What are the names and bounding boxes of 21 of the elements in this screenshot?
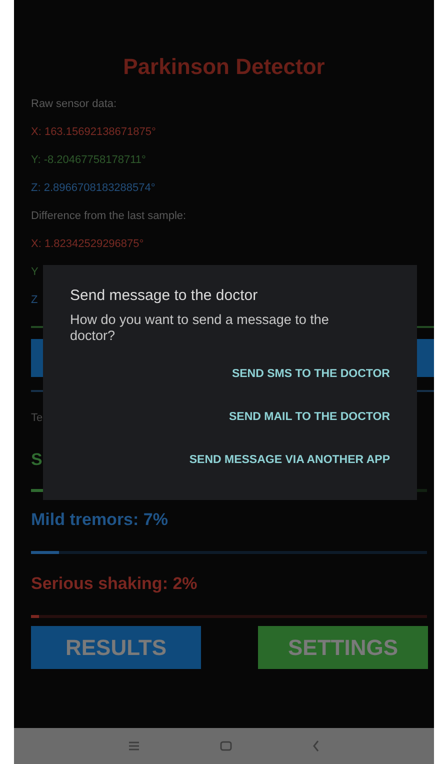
sensor-value: X: 163.15692138671875°: [31, 125, 156, 140]
sensor-value: Y: -8.20467758178711°: [31, 153, 146, 168]
dialog-message: How do you want to send a message to the doctor?: [70, 312, 330, 344]
dialog-action[interactable]: SEND MESSAGE VIA ANOTHER APP: [189, 454, 390, 466]
dialog-action[interactable]: SEND SMS TO THE DOCTOR: [232, 368, 390, 380]
dialog-action[interactable]: SEND MAIL TO THE DOCTOR: [228, 411, 390, 423]
section-label: Te: [31, 412, 43, 426]
meter-label: S: [31, 450, 42, 471]
meter-label: Serious shaking: 2%: [31, 574, 198, 595]
back-icon[interactable]: [312, 740, 320, 752]
difference-heading: Difference from the last sample:: [31, 209, 186, 224]
sensor-value: Z: 2.8966708183288574°: [31, 181, 156, 196]
app-title: Parkinson Detector: [122, 54, 326, 80]
sensor-value: Z: [31, 293, 38, 308]
menu-icon[interactable]: [128, 741, 140, 751]
sensor-value: X: 1.82342529296875°: [31, 237, 144, 252]
raw-data-heading: Raw sensor data:: [31, 97, 117, 112]
meter-label: Mild tremors: 7%: [31, 510, 168, 531]
home-icon[interactable]: [220, 741, 232, 751]
sensor-value: Y: [31, 265, 38, 280]
dialog-title: Send message to the doctor: [70, 287, 259, 304]
